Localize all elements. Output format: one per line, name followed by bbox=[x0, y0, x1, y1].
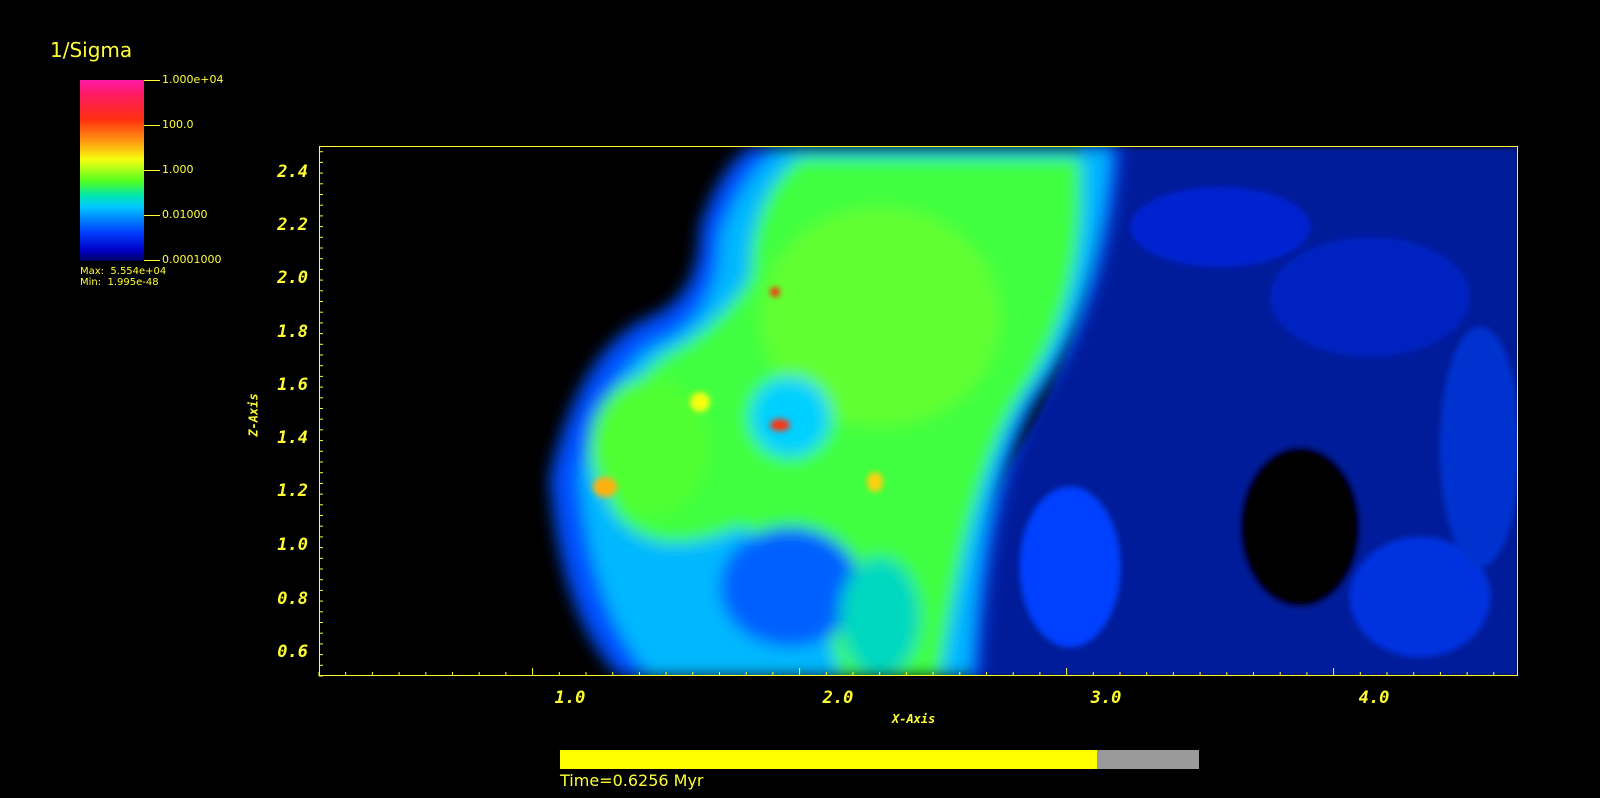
x-tick-label: 1.0 bbox=[554, 688, 586, 708]
colorbar-tick-label: 100.0 bbox=[162, 118, 194, 131]
y-tick-label: 2.4 bbox=[277, 162, 308, 182]
colorbar bbox=[80, 80, 144, 261]
colorbar-tick bbox=[144, 80, 160, 81]
x-tick-label: 2.0 bbox=[822, 688, 854, 708]
y-tick-label: 2.2 bbox=[277, 215, 308, 235]
y-tick-label: 1.6 bbox=[277, 375, 308, 395]
time-label: Time=0.6256 Myr bbox=[560, 771, 704, 790]
y-tick-label: 0.8 bbox=[277, 589, 308, 609]
legend-min: Min: 1.995e-48 bbox=[80, 277, 159, 288]
colorbar-tick-label: 0.01000 bbox=[162, 208, 208, 221]
legend-title: 1/Sigma bbox=[50, 38, 133, 62]
colorbar-tick-label: 1.000 bbox=[162, 163, 194, 176]
y-axis-title: Z-Axis bbox=[246, 393, 261, 437]
y-tick-label: 1.8 bbox=[277, 322, 308, 342]
x-tick-label: 3.0 bbox=[1090, 688, 1122, 708]
y-tick-label: 2.0 bbox=[277, 268, 308, 288]
colorbar-tick bbox=[144, 125, 160, 126]
y-tick-label: 1.2 bbox=[277, 481, 308, 501]
colorbar-tick bbox=[144, 215, 160, 216]
y-tick-label: 1.0 bbox=[277, 535, 308, 555]
colorbar-tick bbox=[144, 170, 160, 171]
colorbar-tick bbox=[144, 260, 160, 261]
y-tick-label: 0.6 bbox=[277, 642, 308, 662]
x-axis-title: X-Axis bbox=[892, 712, 936, 726]
plot-area[interactable] bbox=[319, 146, 1518, 676]
time-progress-bar bbox=[560, 750, 1199, 769]
x-tick-label: 4.0 bbox=[1358, 688, 1390, 708]
pseudocolor-field bbox=[320, 147, 1517, 675]
legend-max: Max: 5.554e+04 bbox=[80, 266, 167, 277]
y-tick-label: 1.4 bbox=[277, 428, 308, 448]
time-progress-fill bbox=[560, 750, 1097, 769]
colorbar-tick-label: 0.0001000 bbox=[162, 253, 222, 266]
colorbar-tick-label: 1.000e+04 bbox=[162, 73, 224, 86]
